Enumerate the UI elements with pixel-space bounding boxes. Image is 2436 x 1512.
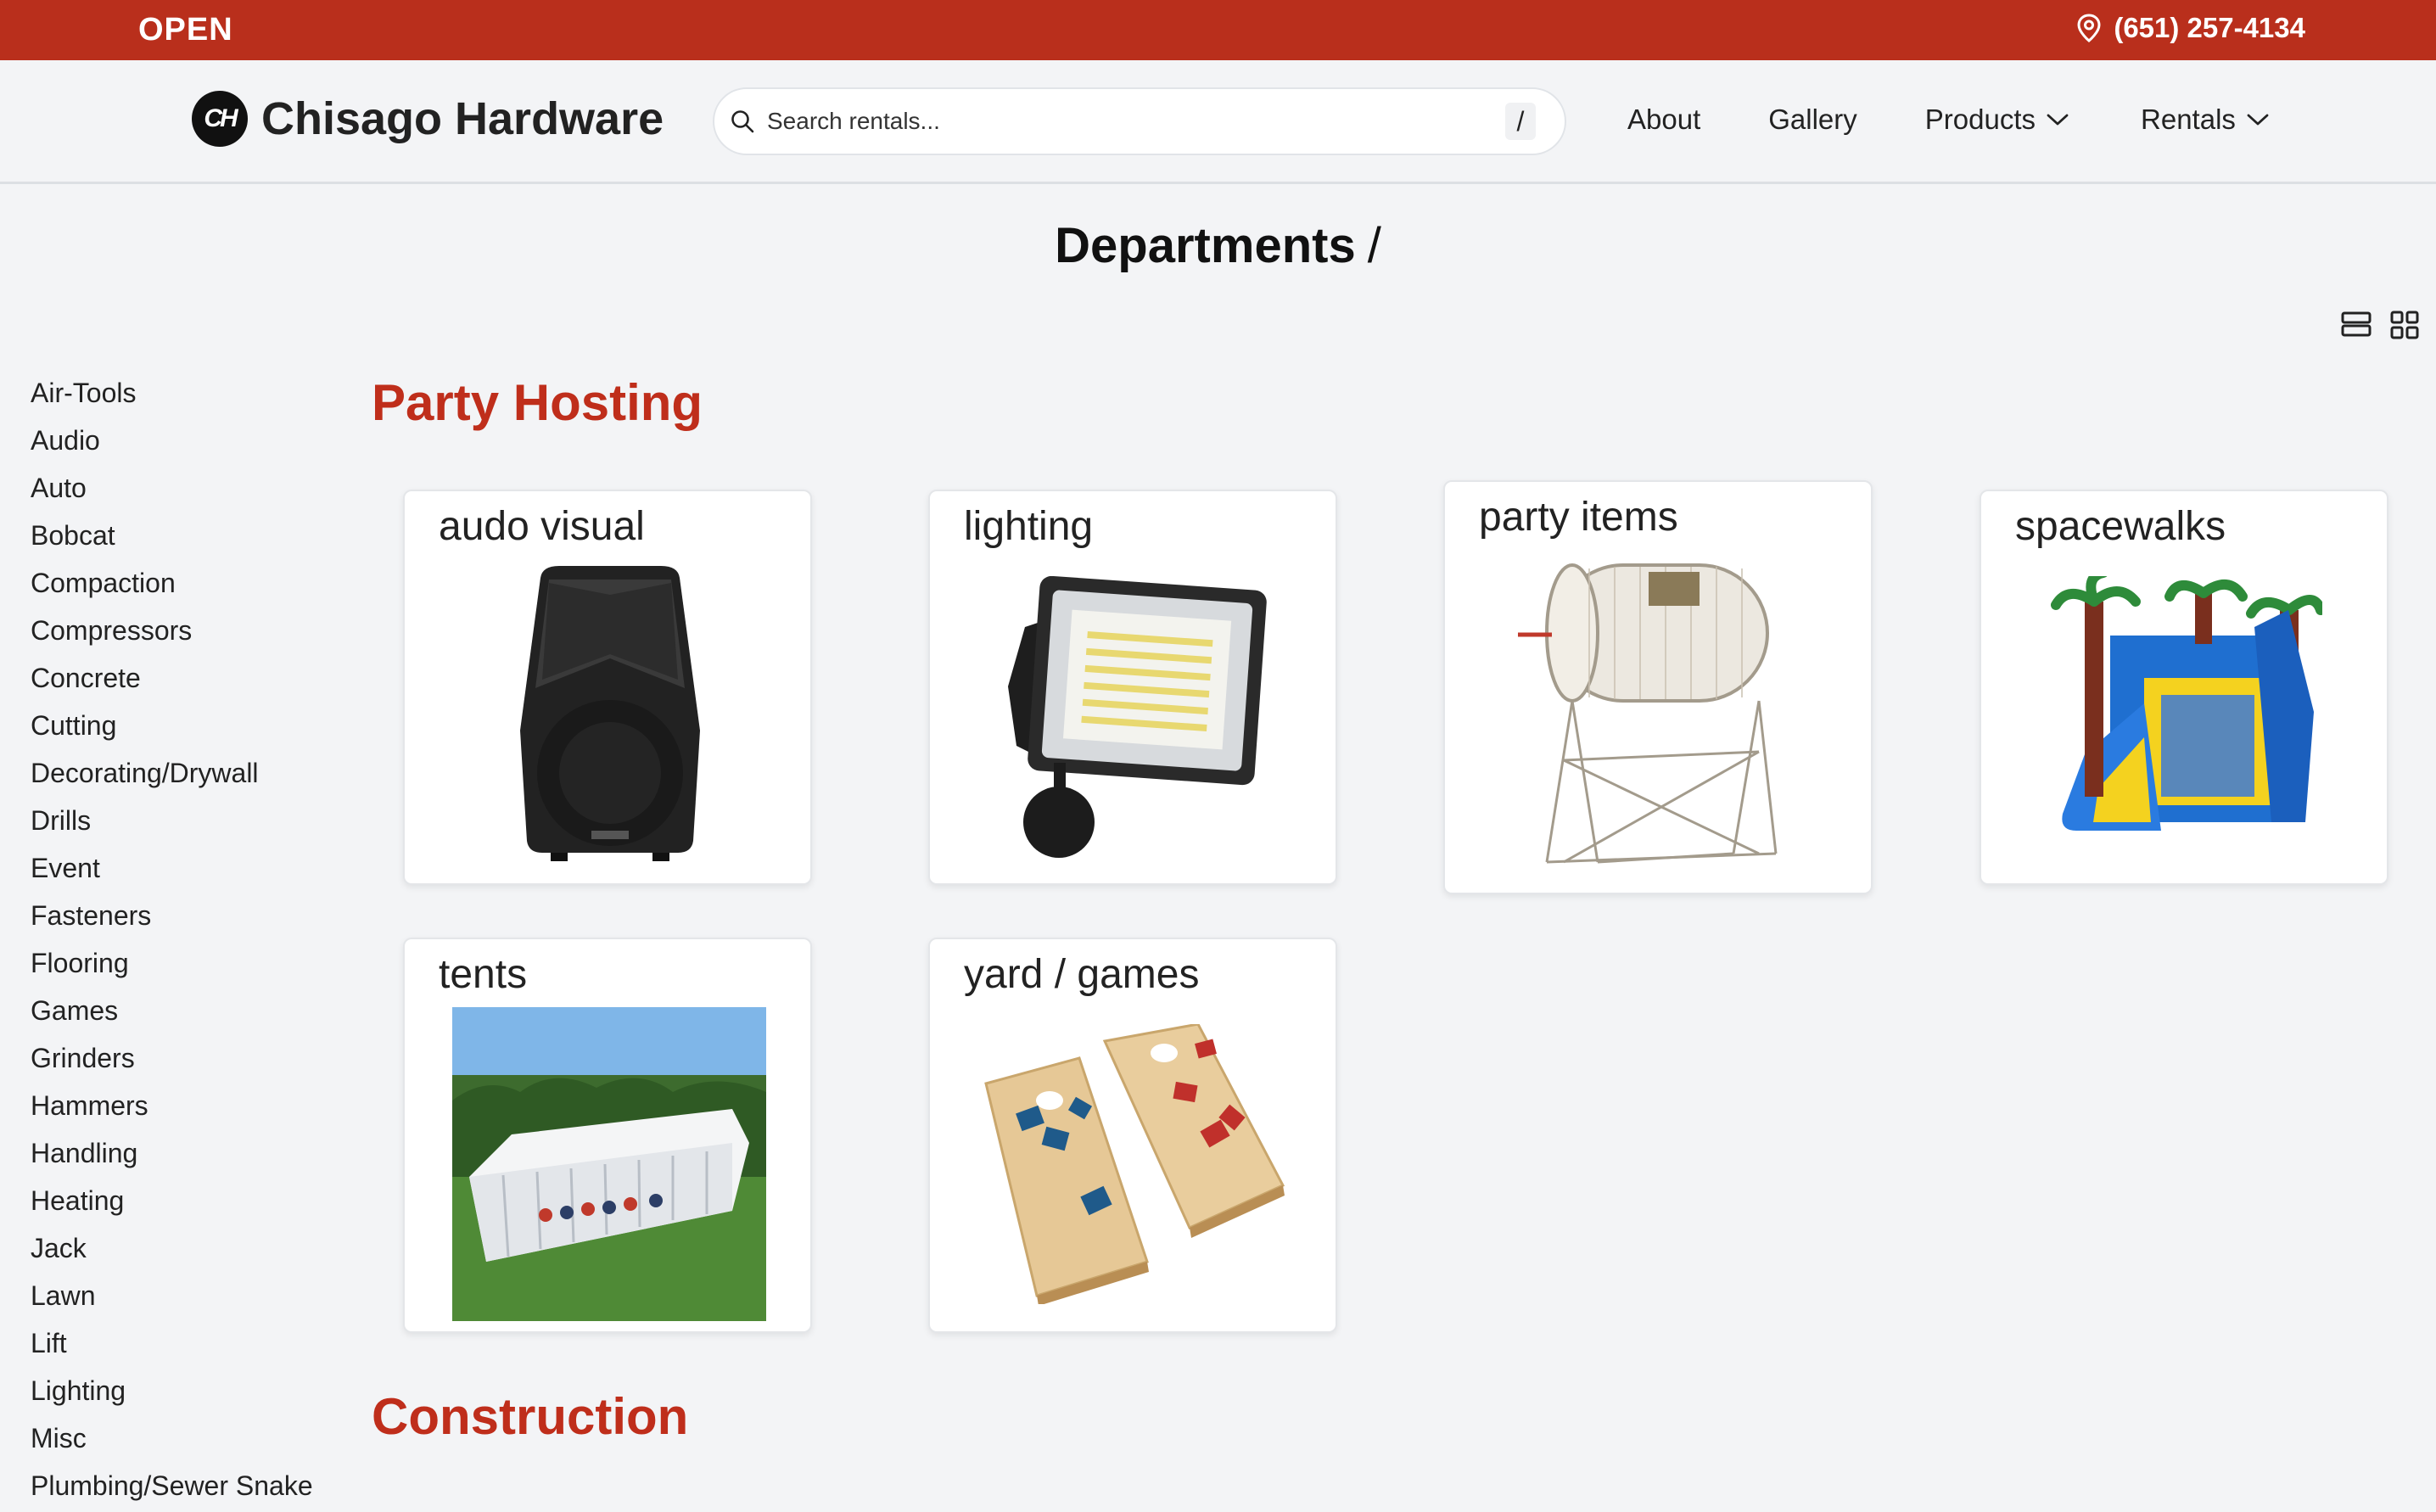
breadcrumb-departments[interactable]: Departments: [1055, 218, 1356, 273]
speaker-image: [520, 566, 700, 861]
nav-about[interactable]: About: [1627, 104, 1700, 136]
sidebar-item-games[interactable]: Games: [31, 989, 319, 1037]
nav-rentals[interactable]: Rentals: [2141, 104, 2270, 136]
search-icon: [731, 110, 754, 133]
sidebar-item-fasteners[interactable]: Fasteners: [31, 894, 319, 942]
sidebar-item-lawn[interactable]: Lawn: [31, 1274, 319, 1322]
sidebar-item-drills[interactable]: Drills: [31, 799, 319, 847]
breadcrumb-separator: /: [1367, 218, 1381, 273]
chevron-down-icon: [2047, 114, 2069, 126]
card-label: lighting: [964, 504, 1094, 549]
brand-logo: CH: [192, 91, 248, 147]
sidebar-item-lighting[interactable]: Lighting: [31, 1369, 319, 1417]
search-bar: /: [713, 87, 1566, 155]
category-card-party-items[interactable]: party items: [1443, 480, 1873, 894]
sidebar-item-handling[interactable]: Handling: [31, 1132, 319, 1179]
sidebar-item-misc[interactable]: Misc: [31, 1417, 319, 1464]
sidebar-item-heating[interactable]: Heating: [31, 1179, 319, 1227]
sidebar-item-decorating-drywall[interactable]: Decorating/Drywall: [31, 752, 319, 799]
store-open-status: OPEN: [138, 12, 233, 48]
grid-view-icon[interactable]: [2390, 311, 2419, 339]
card-label: yard / games: [964, 952, 1200, 997]
sidebar-item-lift[interactable]: Lift: [31, 1322, 319, 1369]
site-header: CH Chisago Hardware / About Gallery Prod…: [0, 60, 2436, 184]
sidebar-item-grinders[interactable]: Grinders: [31, 1037, 319, 1084]
cornhole-boards-image: [984, 1024, 1285, 1304]
page-title: Departments /: [0, 217, 2436, 274]
category-card-tents[interactable]: tents: [403, 938, 812, 1333]
card-label: spacewalks: [2015, 504, 2226, 549]
card-label: party items: [1479, 495, 1678, 540]
nav-products[interactable]: Products: [1925, 104, 2069, 136]
card-label: tents: [439, 952, 528, 997]
category-card-audio-visual[interactable]: audo visual: [403, 490, 812, 885]
search-shortcut-hint: /: [1505, 103, 1536, 140]
sidebar-item-flooring[interactable]: Flooring: [31, 942, 319, 989]
top-status-bar: OPEN (651) 257-4134: [0, 0, 2436, 60]
nav-rentals-label: Rentals: [2141, 104, 2236, 135]
sidebar-item-event[interactable]: Event: [31, 847, 319, 894]
sidebar-item-plumbing-sewer-snake[interactable]: Plumbing/Sewer Snake: [31, 1464, 319, 1512]
nav-gallery[interactable]: Gallery: [1768, 104, 1857, 136]
nav-products-label: Products: [1924, 104, 2036, 135]
raffle-drum-image: [1518, 563, 1778, 864]
sidebar-item-hammers[interactable]: Hammers: [31, 1084, 319, 1132]
search-input[interactable]: [767, 108, 1505, 135]
sidebar-item-jack[interactable]: Jack: [31, 1227, 319, 1274]
card-label: audo visual: [439, 504, 645, 549]
department-sidebar: Air-Tools Audio Auto Bobcat Compaction C…: [31, 372, 319, 1512]
category-card-yard-games[interactable]: yard / games: [928, 938, 1337, 1333]
sidebar-item-cutting[interactable]: Cutting: [31, 704, 319, 752]
chevron-down-icon: [2247, 114, 2269, 126]
sidebar-item-air-tools[interactable]: Air-Tools: [31, 372, 319, 419]
party-tent-photo: [452, 1007, 766, 1321]
section-title-party-hosting: Party Hosting: [372, 374, 703, 431]
sidebar-item-compressors[interactable]: Compressors: [31, 609, 319, 657]
sidebar-item-concrete[interactable]: Concrete: [31, 657, 319, 704]
category-card-lighting[interactable]: lighting: [928, 490, 1337, 885]
view-toggle: [2341, 311, 2419, 339]
phone-number: (651) 257-4134: [2114, 12, 2305, 43]
location-pin-icon: [2077, 14, 2101, 42]
phone-link[interactable]: (651) 257-4134: [2076, 12, 2305, 44]
sidebar-item-compaction[interactable]: Compaction: [31, 562, 319, 609]
sidebar-item-auto[interactable]: Auto: [31, 467, 319, 514]
category-card-spacewalks[interactable]: spacewalks: [1980, 490, 2388, 885]
sidebar-item-audio[interactable]: Audio: [31, 419, 319, 467]
main-nav: About Gallery Products Rentals: [1627, 104, 2270, 136]
section-title-construction: Construction: [372, 1388, 689, 1445]
floodlight-image: [1008, 576, 1267, 858]
brand-name: Chisago Hardware: [261, 93, 664, 144]
sidebar-item-bobcat[interactable]: Bobcat: [31, 514, 319, 562]
brand-logo-link[interactable]: CH Chisago Hardware: [192, 91, 664, 147]
list-view-icon[interactable]: [2341, 311, 2372, 338]
bounce-house-image: [2051, 576, 2322, 831]
